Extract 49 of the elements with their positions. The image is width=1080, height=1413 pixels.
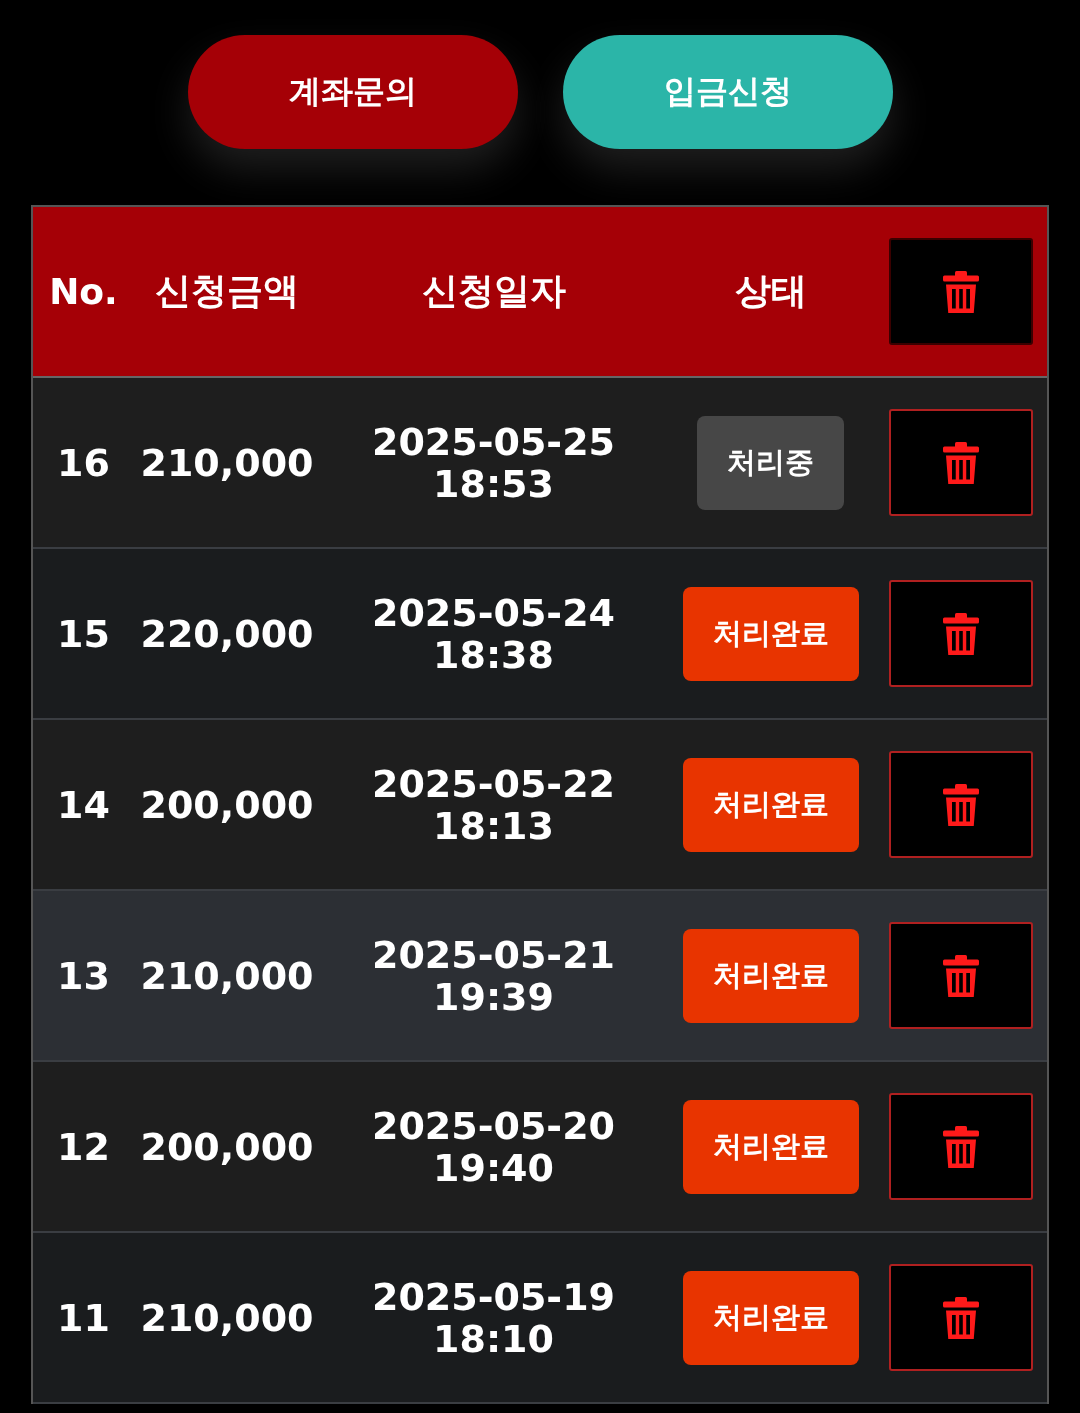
table-row[interactable]: 16 210,000 2025-05-25 18:53 처리중 <box>33 378 1047 549</box>
table-cell: 210,000 <box>140 953 314 998</box>
table-cell: 16 <box>57 440 110 485</box>
table-cell: 200,000 <box>140 1124 314 1169</box>
delete-button[interactable] <box>888 1264 1033 1371</box>
status-badge: 처리완료 <box>682 586 859 681</box>
column-header: 신청금액 <box>155 269 299 313</box>
table-cell: 210,000 <box>140 1295 314 1340</box>
table-cell-text: 2025-05-22 18:13 <box>370 762 617 847</box>
table-row[interactable]: 12 200,000 2025-05-20 19:40 처리완료 <box>33 1062 1047 1233</box>
table-cell: 210,000 <box>140 440 314 485</box>
status-badge: 처리완료 <box>682 928 859 1023</box>
status-badge: 처리완료 <box>682 1270 859 1365</box>
delete-button[interactable] <box>888 751 1033 858</box>
table-cell: 200,000 <box>140 782 314 827</box>
delete-all-button[interactable] <box>888 238 1033 345</box>
table-cell: 13 <box>57 953 110 998</box>
trash-icon <box>942 612 979 655</box>
trash-icon <box>942 1296 979 1339</box>
column-header: 신청일자 <box>421 269 566 313</box>
status-badge: 처리완료 <box>682 1099 859 1194</box>
trash-icon <box>942 441 979 484</box>
column-header: No. <box>49 271 118 312</box>
table-row[interactable]: 14 200,000 2025-05-22 18:13 처리완료 <box>33 720 1047 891</box>
status-badge: 처리중 <box>697 415 844 510</box>
trash-icon <box>941 270 980 313</box>
table-cell: 220,000 <box>140 611 314 656</box>
delete-button[interactable] <box>888 409 1033 516</box>
table-cell: 14 <box>57 782 110 827</box>
table-row[interactable]: 11 210,000 2025-05-19 18:10 처리완료 <box>33 1233 1047 1404</box>
table-cell-text: 2025-05-24 18:38 <box>370 591 617 676</box>
delete-button[interactable] <box>888 922 1033 1029</box>
action-button[interactable]: 계좌문의 <box>187 35 518 149</box>
table-cell-text: 2025-05-19 18:10 <box>370 1275 617 1360</box>
column-header: 상태 <box>734 269 807 313</box>
table-cell-text: 2025-05-21 19:39 <box>370 933 617 1018</box>
table-row[interactable]: 13 210,000 2025-05-21 19:39 처리완료 <box>33 891 1047 1062</box>
trash-icon <box>942 783 979 826</box>
trash-icon <box>942 954 979 997</box>
table-row[interactable]: 15 220,000 2025-05-24 18:38 처리완료 <box>33 549 1047 720</box>
status-badge: 처리완료 <box>682 757 859 852</box>
delete-button[interactable] <box>888 580 1033 687</box>
table-cell: 12 <box>57 1124 110 1169</box>
delete-button[interactable] <box>888 1093 1033 1200</box>
table-cell-text: 2025-05-20 19:40 <box>370 1104 617 1189</box>
table-cell: 15 <box>57 611 110 656</box>
table-cell: 11 <box>57 1295 110 1340</box>
table-cell-text: 2025-05-25 18:53 <box>370 420 617 505</box>
trash-icon <box>942 1125 979 1168</box>
